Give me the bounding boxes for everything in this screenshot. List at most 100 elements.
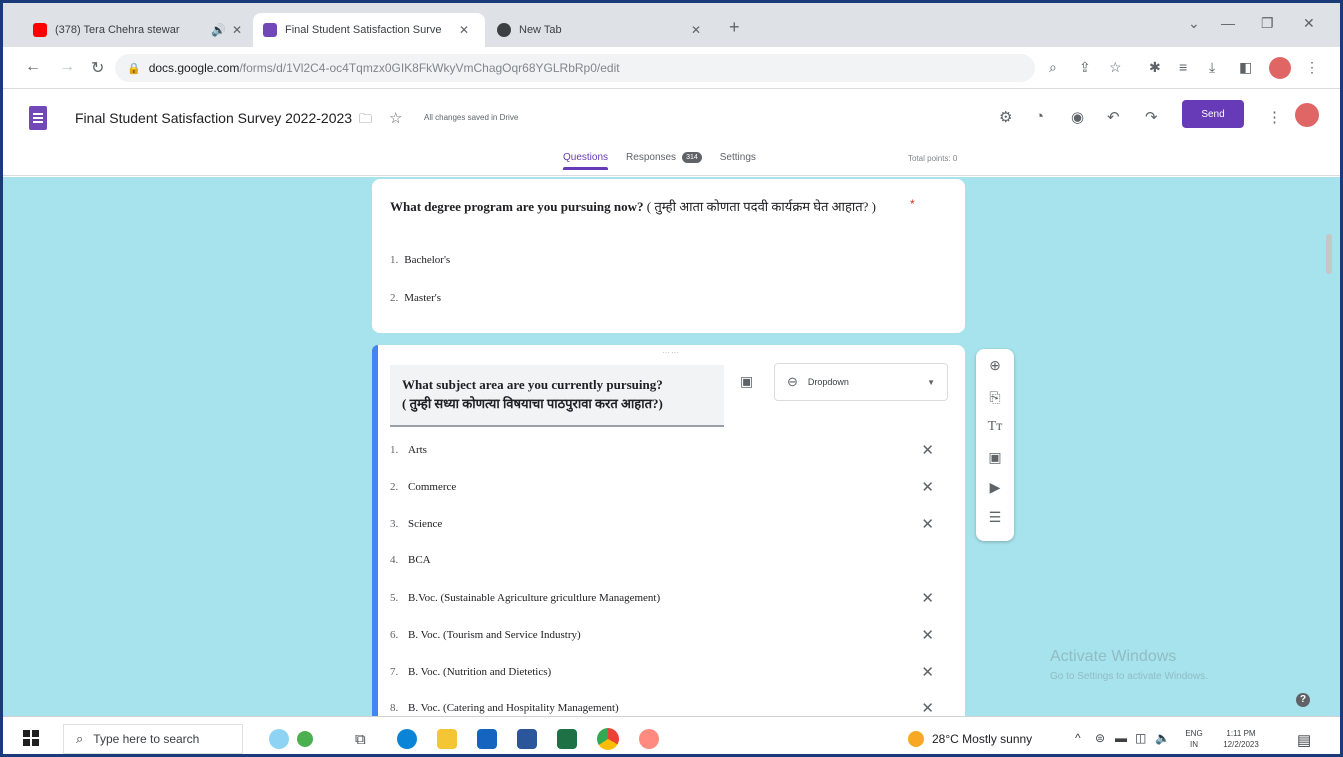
tray-volume-icon[interactable]: 🔈 bbox=[1155, 731, 1170, 745]
tray-network-icon[interactable]: ⊜ bbox=[1095, 731, 1105, 745]
media-app-icon[interactable] bbox=[639, 729, 659, 749]
list-item[interactable]: 7. B. Voc. (Nutrition and Dietetics) ✕ bbox=[390, 662, 950, 682]
remove-option-icon[interactable]: ✕ bbox=[921, 441, 934, 459]
language-indicator[interactable]: ENG IN bbox=[1181, 728, 1207, 750]
send-button[interactable]: Send bbox=[1182, 100, 1244, 128]
tab-responses[interactable]: Responses 314 bbox=[626, 152, 702, 169]
preview-eye-icon[interactable]: ◉ bbox=[1071, 108, 1084, 126]
tab-search-icon[interactable]: ⌄ bbox=[1188, 15, 1200, 32]
extensions-icon[interactable]: ✱ bbox=[1149, 59, 1161, 76]
list-item[interactable]: 3. Science ✕ bbox=[390, 514, 950, 534]
tray-chevron-up-icon[interactable]: ^ bbox=[1075, 731, 1081, 745]
list-item[interactable]: 8. B. Voc. (Catering and Hospitality Man… bbox=[390, 698, 950, 716]
list-item[interactable]: 5. B.Voc. (Sustainable Agriculture gricu… bbox=[390, 588, 950, 608]
option-label[interactable]: B. Voc. (Nutrition and Dietetics) bbox=[408, 666, 551, 678]
browser-profile-avatar[interactable] bbox=[1269, 57, 1291, 79]
google-forms-logo-icon[interactable] bbox=[29, 106, 47, 130]
add-question-icon[interactable]: ⊕ bbox=[976, 357, 1014, 374]
addon-puzzle-icon[interactable]: ⚙ bbox=[999, 108, 1012, 126]
word-icon[interactable] bbox=[517, 729, 537, 749]
option-label[interactable]: B.Voc. (Sustainable Agriculture gricultl… bbox=[408, 592, 660, 604]
remove-option-icon[interactable]: ✕ bbox=[921, 626, 934, 644]
reload-icon[interactable]: ↻ bbox=[91, 58, 104, 78]
remove-option-icon[interactable]: ✕ bbox=[921, 663, 934, 681]
task-view-icon[interactable]: ⧉ bbox=[355, 731, 366, 748]
question-card-degree[interactable]: What degree program are you pursuing now… bbox=[372, 179, 965, 333]
option-label[interactable]: BCA bbox=[408, 554, 431, 566]
list-item[interactable]: 4. BCA bbox=[390, 550, 950, 570]
question-card-subject[interactable]: ⋯⋯ What subject area are you currently p… bbox=[372, 345, 965, 716]
star-icon[interactable]: ☆ bbox=[389, 109, 402, 127]
share-icon[interactable]: ⇪ bbox=[1079, 59, 1091, 76]
close-icon[interactable]: ✕ bbox=[232, 23, 242, 37]
excel-icon[interactable] bbox=[557, 729, 577, 749]
add-image-icon[interactable]: ▣ bbox=[976, 449, 1014, 466]
remove-option-icon[interactable]: ✕ bbox=[921, 515, 934, 533]
restore-icon[interactable]: ❐ bbox=[1261, 15, 1274, 32]
option-label[interactable]: Arts bbox=[408, 444, 427, 456]
option-label[interactable]: Commerce bbox=[408, 481, 456, 493]
remove-option-icon[interactable]: ✕ bbox=[921, 589, 934, 607]
add-title-icon[interactable]: Tт bbox=[976, 419, 1014, 435]
remove-option-icon[interactable]: ✕ bbox=[921, 699, 934, 716]
browser-menu-icon[interactable]: ⋮ bbox=[1305, 59, 1319, 76]
add-image-icon[interactable]: ▣ bbox=[740, 373, 753, 390]
search-icon: ⌕ bbox=[76, 731, 84, 746]
new-tab-button[interactable]: + bbox=[729, 17, 740, 38]
notification-icon[interactable]: ▤ bbox=[1297, 731, 1311, 749]
browser-tab-forms[interactable]: Final Student Satisfaction Surve ✕ bbox=[253, 13, 485, 47]
palette-icon[interactable]: ◔ bbox=[1035, 108, 1044, 125]
close-icon[interactable]: ✕ bbox=[691, 23, 701, 37]
side-panel-icon[interactable]: ◧ bbox=[1239, 59, 1252, 76]
folder-icon[interactable]: 🗀 bbox=[359, 110, 372, 132]
zoom-icon[interactable]: ⌕ bbox=[1049, 59, 1057, 76]
reading-list-icon[interactable]: ≡ bbox=[1179, 59, 1187, 75]
minimize-icon[interactable]: — bbox=[1221, 15, 1235, 31]
question-title-input[interactable]: What subject area are you currently purs… bbox=[390, 365, 724, 427]
edge-icon[interactable] bbox=[397, 729, 417, 749]
list-item[interactable]: 1. Arts ✕ bbox=[390, 440, 950, 460]
more-options-icon[interactable]: ⋮ bbox=[1267, 108, 1282, 126]
weather-widget-icon[interactable] bbox=[269, 729, 289, 749]
bookmark-star-icon[interactable]: ☆ bbox=[1109, 59, 1122, 76]
browser-tab-youtube[interactable]: (378) Tera Chehra stewar 🔊 ✕ bbox=[23, 13, 252, 47]
file-explorer-icon[interactable] bbox=[437, 729, 457, 749]
windows-start-icon[interactable] bbox=[23, 730, 39, 746]
browser-tab-newtab[interactable]: New Tab ✕ bbox=[487, 13, 717, 47]
form-title[interactable]: Final Student Satisfaction Survey 2022-2… bbox=[75, 110, 352, 126]
import-questions-icon[interactable]: ⎘ bbox=[976, 389, 1014, 406]
download-icon[interactable]: ⤓ bbox=[1209, 59, 1215, 76]
option-label[interactable]: B. Voc. (Catering and Hospitality Manage… bbox=[408, 702, 619, 714]
drag-handle[interactable]: ⋯⋯ bbox=[662, 348, 680, 357]
chrome-icon[interactable] bbox=[597, 728, 619, 750]
clock[interactable]: 1:11 PM 12/2/2023 bbox=[1213, 728, 1269, 750]
weather-status[interactable]: 28°C Mostly sunny bbox=[908, 731, 1032, 747]
account-avatar[interactable] bbox=[1295, 103, 1319, 127]
tray-battery-icon[interactable]: ▬ bbox=[1115, 731, 1127, 745]
window-close-icon[interactable]: ✕ bbox=[1303, 15, 1315, 32]
tab-questions[interactable]: Questions bbox=[563, 152, 609, 170]
close-icon[interactable]: ✕ bbox=[459, 23, 469, 37]
list-item[interactable]: 6. B. Voc. (Tourism and Service Industry… bbox=[390, 625, 950, 645]
undo-icon[interactable]: ↶ bbox=[1107, 108, 1120, 126]
add-section-icon[interactable]: ☰ bbox=[976, 509, 1014, 526]
add-video-icon[interactable]: ▶ bbox=[976, 479, 1014, 496]
redo-icon[interactable]: ↷ bbox=[1145, 108, 1158, 126]
tray-wifi-icon[interactable]: ◫ bbox=[1135, 731, 1146, 745]
remove-option-icon[interactable]: ✕ bbox=[921, 478, 934, 496]
lock-icon[interactable]: 🔒 bbox=[127, 62, 141, 75]
help-icon[interactable]: ? bbox=[1296, 693, 1310, 707]
option-label[interactable]: Science bbox=[408, 518, 442, 530]
speaker-icon[interactable]: 🔊 bbox=[211, 23, 226, 37]
mail-icon[interactable] bbox=[477, 729, 497, 749]
question-type-select[interactable]: ⊖ Dropdown ▼ bbox=[774, 363, 948, 401]
forward-icon[interactable]: → bbox=[59, 58, 75, 76]
address-bar[interactable]: 🔒 docs.google.com /forms/d/1Vl2C4-oc4Tqm… bbox=[115, 54, 1035, 82]
tab-settings[interactable]: Settings bbox=[720, 152, 756, 169]
scrollbar[interactable] bbox=[1326, 234, 1332, 274]
back-icon[interactable]: ← bbox=[25, 58, 41, 76]
option-label[interactable]: B. Voc. (Tourism and Service Industry) bbox=[408, 629, 581, 641]
widget-globe-icon[interactable] bbox=[297, 731, 313, 747]
list-item[interactable]: 2. Commerce ✕ bbox=[390, 477, 950, 497]
taskbar-search[interactable]: ⌕ Type here to search bbox=[63, 724, 243, 754]
